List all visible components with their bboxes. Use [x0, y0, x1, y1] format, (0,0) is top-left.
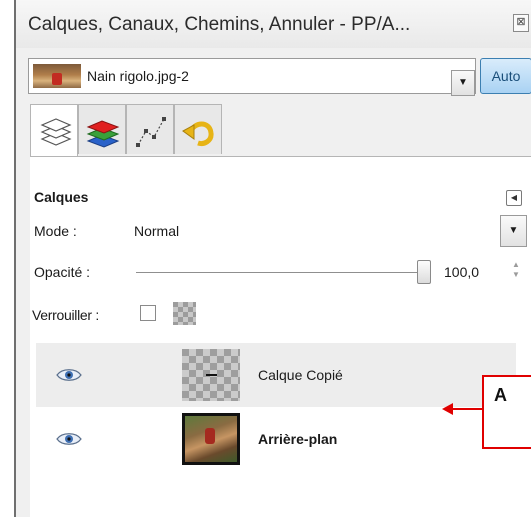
- layer-list: Calque Copié Arrière-plan: [36, 343, 516, 518]
- layer-name[interactable]: Arrière-plan: [258, 431, 337, 447]
- image-selector[interactable]: Nain rigolo.jpg-2 ▼: [28, 58, 476, 96]
- opacity-slider-handle[interactable]: [417, 260, 431, 284]
- chevron-down-icon[interactable]: ▼: [500, 215, 527, 247]
- layer-row[interactable]: Calque Copié: [36, 343, 516, 407]
- tab-channels[interactable]: [78, 104, 126, 154]
- chevron-down-icon[interactable]: ▼: [451, 70, 475, 96]
- eye-icon[interactable]: [56, 431, 82, 450]
- opacity-value[interactable]: 100,0: [444, 264, 479, 280]
- channels-icon: [86, 120, 120, 148]
- paths-icon: [136, 117, 166, 147]
- close-icon[interactable]: ⊠: [513, 14, 529, 32]
- tab-paths[interactable]: [126, 104, 174, 154]
- tab-undo-history[interactable]: [174, 104, 222, 154]
- spin-buttons-icon[interactable]: ▲ ▼: [510, 260, 522, 284]
- dock-window: Calques, Canaux, Chemins, Annuler - PP/A…: [14, 0, 531, 518]
- lock-alpha-icon[interactable]: [173, 302, 196, 325]
- panel-menu-icon[interactable]: ◀: [506, 190, 522, 206]
- title-bar: Calques, Canaux, Chemins, Annuler - PP/A…: [16, 0, 531, 48]
- layer-thumbnail: [182, 349, 240, 401]
- tab-layers[interactable]: [30, 104, 78, 156]
- mode-select[interactable]: Normal: [134, 223, 179, 239]
- opacity-label: Opacité :: [34, 264, 91, 280]
- layer-name[interactable]: Calque Copié: [258, 367, 343, 383]
- undo-history-icon: [182, 121, 214, 146]
- annotation-callout: A: [482, 375, 531, 449]
- image-name: Nain rigolo.jpg-2: [87, 68, 189, 84]
- mode-label: Mode :: [34, 223, 77, 239]
- layer-thumbnail: [182, 413, 240, 465]
- auto-button[interactable]: Auto: [480, 58, 531, 94]
- image-selector-row: Nain rigolo.jpg-2 ▼ Auto: [16, 52, 531, 100]
- opacity-slider[interactable]: [136, 272, 426, 273]
- annotation-arrow: [452, 408, 482, 410]
- panel-title: Calques: [34, 189, 89, 205]
- eye-icon[interactable]: [56, 367, 82, 386]
- layers-panel: Calques ◀ Mode : Normal ▼ Opacité : 100,…: [30, 156, 531, 518]
- layer-row[interactable]: Arrière-plan: [36, 407, 516, 471]
- layers-icon: [40, 118, 72, 146]
- image-thumbnail: [33, 64, 81, 88]
- arrow-left-icon: [442, 403, 453, 415]
- annotation-text: A: [494, 385, 507, 405]
- dock-tabs: [30, 104, 330, 156]
- lock-pixels-checkbox[interactable]: [140, 305, 156, 321]
- lock-label: Verrouiller :: [32, 307, 99, 323]
- window-title: Calques, Canaux, Chemins, Annuler - PP/A…: [28, 14, 411, 35]
